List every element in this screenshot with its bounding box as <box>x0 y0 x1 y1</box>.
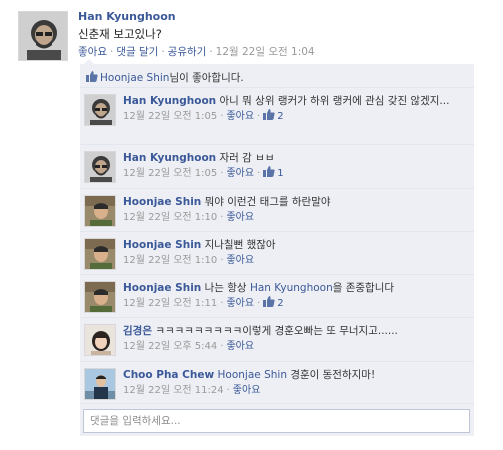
feed-post: Han Kyunghoon 신춘재 보고있나? 좋아요 · 댓글 달기 · 공유하기 · 1… <box>0 0 503 450</box>
likes-summary: Hoonjae Shin님이 좋아합니다. <box>80 64 474 88</box>
comment-timestamp[interactable]: 12월 22일 오전 1:05 <box>123 168 217 179</box>
post-author-name[interactable]: Han Kyunghoon <box>78 10 176 23</box>
commenter-avatar[interactable] <box>84 281 116 313</box>
comment-text: 자러 감 ㅂㅂ <box>219 152 275 164</box>
comment-like-count[interactable]: 1 <box>263 166 284 179</box>
comment-like-count[interactable]: 2 <box>263 296 284 309</box>
commenter-name[interactable]: Han Kyunghoon <box>123 95 216 107</box>
commenter-avatar[interactable] <box>84 151 116 183</box>
mention-link[interactable]: Han Kyunghoon <box>250 282 333 294</box>
comment-text: 나는 항상 Han Kyunghoon을 존중합니다 <box>204 282 395 294</box>
comment-item: Hoonjae Shin 뭐야 이런건 태그를 하란말야 12월 22일 오전 … <box>80 189 474 232</box>
thumbs-up-icon <box>263 109 275 120</box>
post-share-link[interactable]: 공유하기 <box>168 46 207 58</box>
comment-timestamp[interactable]: 12월 22일 오후 5:44 <box>123 341 217 352</box>
comment-meta: 12월 22일 오전 1:05 · 좋아요 · 1 <box>123 166 284 179</box>
post-author-avatar[interactable] <box>18 11 68 61</box>
comment-item: Hoonjae Shin 나는 항상 Han Kyunghoon을 존중합니다 … <box>80 275 474 318</box>
comment-body: Han Kyunghoon 아니 뭐 상위 랭커가 하위 랭커에 관심 갖진 않… <box>123 94 468 124</box>
comment-text: 지나칠뻔 했잖아 <box>204 239 276 251</box>
thumbs-up-icon <box>263 296 275 307</box>
comment-like-link[interactable]: 좋아요 <box>233 385 261 396</box>
post-actions: 좋아요 · 댓글 달기 · 공유하기 · 12월 22일 오전 1:04 <box>78 46 315 58</box>
comment-timestamp[interactable]: 12월 22일 오전 1:05 <box>123 111 217 122</box>
comment-text: Hoonjae Shin 경훈이 동전하지마! <box>217 369 376 381</box>
comment-meta: 12월 22일 오전 1:10 · 좋아요 <box>123 212 255 223</box>
comment-meta: 12월 22일 오전 11:24 · 좋아요 <box>123 385 261 396</box>
comment-input-row <box>80 404 474 436</box>
comment-body: Choo Pha Chew Hoonjae Shin 경훈이 동전하지마! 12… <box>123 368 468 398</box>
comment-meta: 12월 22일 오전 1:05 · 좋아요 · 2 <box>123 109 284 122</box>
thumbs-up-icon <box>263 166 275 177</box>
comment-meta: 12월 22일 오후 5:44 · 좋아요 <box>123 341 255 352</box>
commenter-avatar[interactable] <box>84 195 116 227</box>
post-message: 신춘재 보고있나? <box>78 27 162 41</box>
mention-link[interactable]: Hoonjae Shin <box>218 369 287 381</box>
commenter-avatar[interactable] <box>84 368 116 400</box>
likes-text: 님이 좋아합니다. <box>169 72 244 84</box>
comment-item: Han Kyunghoon 자러 감 ㅂㅂ 12월 22일 오전 1:05 · 좋아… <box>80 145 474 189</box>
comment-body: Hoonjae Shin 뭐야 이런건 태그를 하란말야 12월 22일 오전 … <box>123 195 468 225</box>
comment-body: Hoonjae Shin 지나칠뻔 했잖아 12월 22일 오전 1:10 · 좋아… <box>123 238 468 268</box>
comment-meta: 12월 22일 오전 1:10 · 좋아요 <box>123 255 255 266</box>
comment-body: Hoonjae Shin 나는 항상 Han Kyunghoon을 존중합니다 … <box>123 281 468 311</box>
comment-timestamp[interactable]: 12월 22일 오전 1:11 <box>123 298 217 309</box>
comment-like-link[interactable]: 좋아요 <box>226 298 254 309</box>
liker-name[interactable]: Hoonjae Shin <box>100 72 169 84</box>
comment-text: 뭐야 이런건 태그를 하란말야 <box>204 196 331 208</box>
commenter-name[interactable]: 김경은 <box>123 325 152 337</box>
commenter-name[interactable]: Han Kyunghoon <box>123 152 216 164</box>
comment-text: ㅋㅋㅋㅋㅋㅋㅋㅋㅋ이렇게 경훈오빠는 또 무너지고...... <box>155 325 398 337</box>
comment-meta: 12월 22일 오전 1:11 · 좋아요 · 2 <box>123 296 284 309</box>
comment-item: Hoonjae Shin 지나칠뻔 했잖아 12월 22일 오전 1:10 · 좋아… <box>80 232 474 275</box>
comment-text: 아니 뭐 상위 랭커가 하위 랭커에 관심 갖진 않겠지... <box>219 95 450 107</box>
comment-like-link[interactable]: 좋아요 <box>226 212 254 223</box>
comment-item: Choo Pha Chew Hoonjae Shin 경훈이 동전하지마! 12… <box>80 362 474 404</box>
post-like-link[interactable]: 좋아요 <box>78 46 107 58</box>
thumbs-up-icon <box>86 71 98 82</box>
comment-like-count[interactable]: 2 <box>263 109 284 122</box>
post-timestamp[interactable]: 12월 22일 오전 1:04 <box>216 46 315 58</box>
commenter-name[interactable]: Choo Pha Chew <box>123 369 214 381</box>
commenter-name[interactable]: Hoonjae Shin <box>123 196 201 208</box>
comment-item: Han Kyunghoon 아니 뭐 상위 랭커가 하위 랭커에 관심 갖진 않… <box>80 88 474 145</box>
commenter-avatar[interactable] <box>84 94 116 126</box>
comment-like-link[interactable]: 좋아요 <box>226 255 254 266</box>
comment-timestamp[interactable]: 12월 22일 오전 11:24 <box>123 385 224 396</box>
post-comment-link[interactable]: 댓글 달기 <box>116 46 158 58</box>
comment-like-link[interactable]: 좋아요 <box>226 168 254 179</box>
comment-body: Han Kyunghoon 자러 감 ㅂㅂ 12월 22일 오전 1:05 · 좋아… <box>123 151 468 181</box>
commenter-name[interactable]: Hoonjae Shin <box>123 282 201 294</box>
comment-timestamp[interactable]: 12월 22일 오전 1:10 <box>123 212 217 223</box>
commenter-avatar[interactable] <box>84 324 116 356</box>
comment-input[interactable] <box>83 409 470 433</box>
commenter-avatar[interactable] <box>84 238 116 270</box>
comment-body: 김경은 ㅋㅋㅋㅋㅋㅋㅋㅋㅋ이렇게 경훈오빠는 또 무너지고...... 12월 … <box>123 324 468 354</box>
comment-timestamp[interactable]: 12월 22일 오전 1:10 <box>123 255 217 266</box>
comment-like-link[interactable]: 좋아요 <box>226 111 254 122</box>
comment-like-link[interactable]: 좋아요 <box>226 341 254 352</box>
commenter-name[interactable]: Hoonjae Shin <box>123 239 201 251</box>
comment-item: 김경은 ㅋㅋㅋㅋㅋㅋㅋㅋㅋ이렇게 경훈오빠는 또 무너지고...... 12월 … <box>80 318 474 362</box>
